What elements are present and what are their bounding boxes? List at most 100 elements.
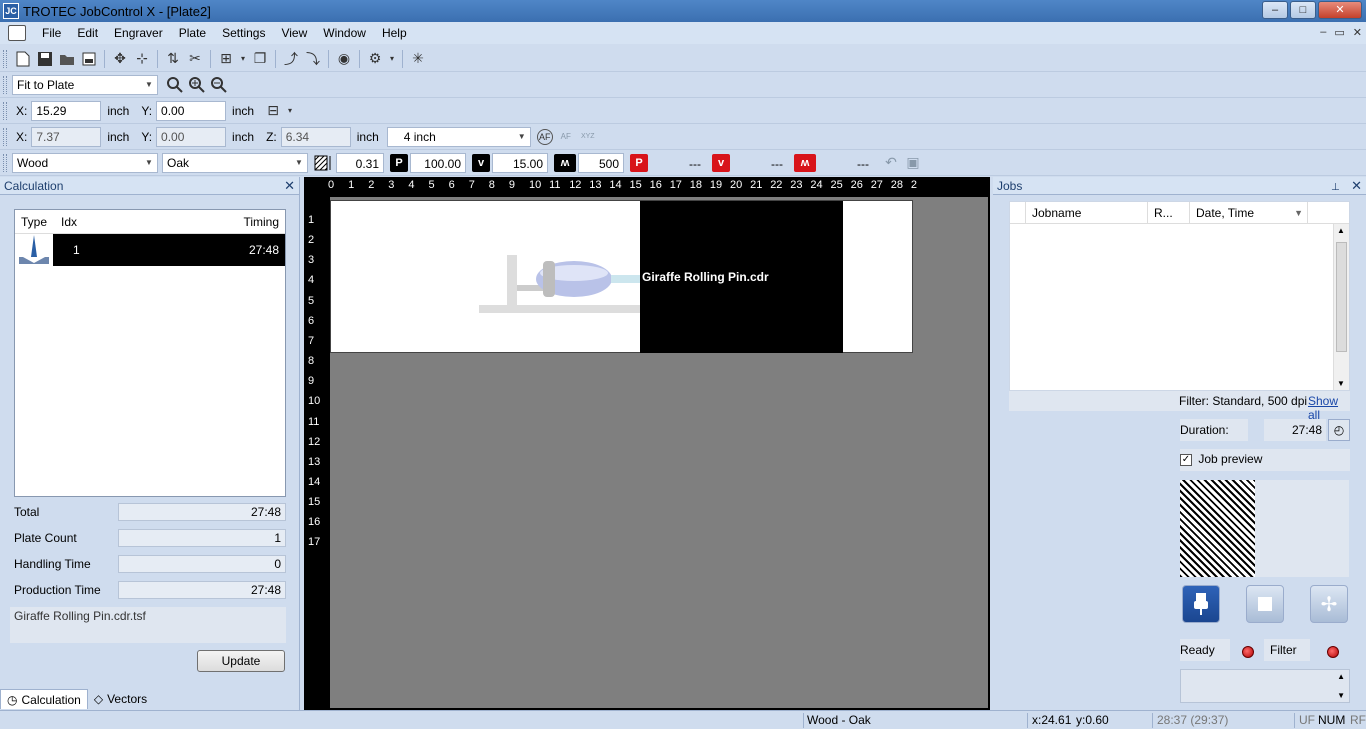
chevron-down-icon: ▼ (517, 131, 526, 141)
dropdown-arrow-icon[interactable]: ▾ (286, 102, 294, 120)
undo-icon[interactable]: ↶ (882, 154, 900, 172)
gear-icon[interactable]: ⚙ (366, 50, 384, 68)
scroll-up-icon[interactable]: ▲ (1337, 226, 1345, 235)
dropdown-arrow-icon[interactable]: ▾ (239, 50, 247, 68)
mdi-close-button[interactable]: ✕ (1353, 26, 1362, 39)
focus-y-input[interactable]: 0.00 (156, 126, 227, 147)
vector-power-input[interactable]: --- (650, 152, 706, 173)
job-preview-checkbox[interactable]: ✓ (1180, 453, 1192, 466)
menu-engraver[interactable]: Engraver (106, 26, 171, 40)
focus-z-input[interactable]: 6.34 (280, 126, 351, 147)
jobs-scrollbar[interactable]: ▲ ▼ (1333, 224, 1349, 390)
scrollbar-thumb[interactable] (1336, 242, 1347, 352)
minimize-button[interactable]: – (1262, 1, 1288, 19)
xyz-move-icon[interactable]: XYZ (579, 128, 597, 146)
power-input[interactable]: 100.00 (410, 152, 466, 173)
menu-help[interactable]: Help (374, 26, 415, 40)
duplicate-icon[interactable]: ❐ (251, 50, 269, 68)
tab-calculation[interactable]: ◷ Calculation (0, 689, 88, 709)
tab-vectors[interactable]: ◇ Vectors (88, 689, 153, 709)
column-timing[interactable]: Timing (243, 215, 285, 229)
vector-frequency-input[interactable]: --- (818, 152, 874, 173)
toolbar-grip[interactable] (3, 49, 7, 68)
close-icon[interactable]: ✕ (284, 178, 295, 194)
usb-connect-button[interactable] (1182, 585, 1220, 623)
material-name-select[interactable]: Oak ▼ (162, 152, 308, 173)
pin-icon[interactable]: ⊥ (1331, 182, 1340, 193)
focus-x-input[interactable]: 7.37 (31, 126, 102, 147)
rolling-pin-graphic[interactable] (479, 255, 641, 315)
open-folder-icon[interactable] (58, 50, 76, 68)
column-type[interactable]: Type (15, 215, 53, 229)
jobs-list-header: Jobname R... Date, Time ▼ (1010, 201, 1349, 224)
dropdown-arrow-icon[interactable]: ▾ (388, 50, 396, 68)
menu-settings[interactable]: Settings (214, 26, 273, 40)
selected-job-row[interactable]: 1 27:48 (53, 234, 285, 266)
reference-point-icon[interactable]: ⊟ (264, 102, 282, 120)
toolbar-grip[interactable] (3, 153, 7, 172)
mdi-restore-button[interactable]: ▭ (1334, 26, 1344, 39)
new-file-icon[interactable] (14, 50, 32, 68)
speed-input[interactable]: 15.00 (492, 152, 548, 173)
material-group-select[interactable]: Wood ▼ (12, 152, 158, 173)
position-x-input[interactable]: 15.29 (31, 100, 102, 121)
plate-workspace[interactable]: 0 1 2 3 4 5 6 7 8 9 10 11 12 13 14 15 16 17 18 19 20 21 22 23 24… (304, 177, 990, 710)
mdi-minimize-button[interactable]: – (1320, 26, 1326, 39)
import-icon[interactable]: ⤴ (282, 50, 300, 68)
ruler-top-tick: 15 (629, 179, 642, 191)
show-all-link[interactable]: Show all (1308, 394, 1350, 422)
column-r[interactable]: R... (1148, 201, 1190, 224)
column-jobname[interactable]: Jobname (1026, 201, 1148, 224)
align-icon[interactable]: ⇅ (164, 50, 182, 68)
vector-speed-input[interactable]: --- (732, 152, 788, 173)
plate[interactable]: Giraffe Rolling Pin.cdr (330, 200, 913, 353)
toolbar-grip[interactable] (3, 101, 7, 120)
scroll-up-icon[interactable]: ▲ (1337, 672, 1345, 681)
menu-file[interactable]: File (34, 26, 69, 40)
update-button[interactable]: Update (197, 650, 285, 672)
exhaust-fan-button[interactable]: ✢ (1310, 585, 1348, 623)
preview-eye-icon[interactable]: ◉ (335, 50, 353, 68)
menu-view[interactable]: View (273, 26, 315, 40)
close-icon[interactable]: ✕ (1351, 178, 1362, 193)
status-material: Wood - Oak (807, 713, 871, 727)
maximize-button[interactable]: □ (1290, 1, 1316, 19)
autofocus-disabled-icon[interactable]: AF (557, 128, 575, 146)
menu-window[interactable]: Window (315, 26, 374, 40)
ppi-input[interactable]: 500 (578, 152, 624, 173)
menu-edit[interactable]: Edit (69, 26, 106, 40)
refresh-timer-icon[interactable]: ◴ (1328, 419, 1350, 441)
toolbar-grip[interactable] (3, 127, 7, 146)
ruler-top-tick: 27 (870, 179, 883, 191)
print-icon[interactable] (80, 50, 98, 68)
position-y-input[interactable]: 0.00 (156, 100, 227, 121)
plate-area[interactable]: Giraffe Rolling Pin.cdr (330, 197, 988, 708)
zoom-in-icon[interactable] (188, 76, 206, 94)
export-icon[interactable]: ⤵ (304, 50, 322, 68)
add-template-icon[interactable]: ⊞ (217, 50, 235, 68)
scroll-down-icon[interactable]: ▼ (1337, 379, 1345, 388)
snap-grid-icon[interactable]: ✥ (111, 50, 129, 68)
position-icon[interactable]: ⊹ (133, 50, 151, 68)
menu-plate[interactable]: Plate (171, 26, 214, 40)
close-button[interactable]: ✕ (1318, 1, 1362, 19)
save-material-icon[interactable]: ▣ (904, 154, 922, 172)
selected-job-graphic[interactable]: Giraffe Rolling Pin.cdr (640, 201, 843, 353)
zoom-out-icon[interactable] (210, 76, 228, 94)
document-menu-icon[interactable] (8, 25, 26, 41)
scroll-down-icon[interactable]: ▼ (1337, 691, 1345, 700)
toolbar-grip[interactable] (3, 75, 7, 94)
lens-select[interactable]: 4 inch ▼ (386, 126, 531, 147)
stop-button[interactable] (1246, 585, 1284, 623)
autofocus-icon[interactable]: AF (536, 128, 553, 145)
table-row[interactable]: 1 27:48 (15, 234, 285, 266)
thickness-input[interactable]: 0.31 (336, 152, 384, 173)
cut-icon[interactable]: ✂ (186, 50, 204, 68)
zoom-select[interactable]: Fit to Plate ▼ (12, 74, 158, 95)
zoom-fit-icon[interactable] (166, 76, 184, 94)
job-preview-option[interactable]: ✓ Job preview (1180, 449, 1350, 471)
laser-engraver-icon[interactable]: ✳ (409, 50, 427, 68)
column-idx[interactable]: Idx (53, 215, 243, 229)
save-icon[interactable] (36, 50, 54, 68)
column-date-time[interactable]: Date, Time ▼ (1190, 201, 1308, 224)
